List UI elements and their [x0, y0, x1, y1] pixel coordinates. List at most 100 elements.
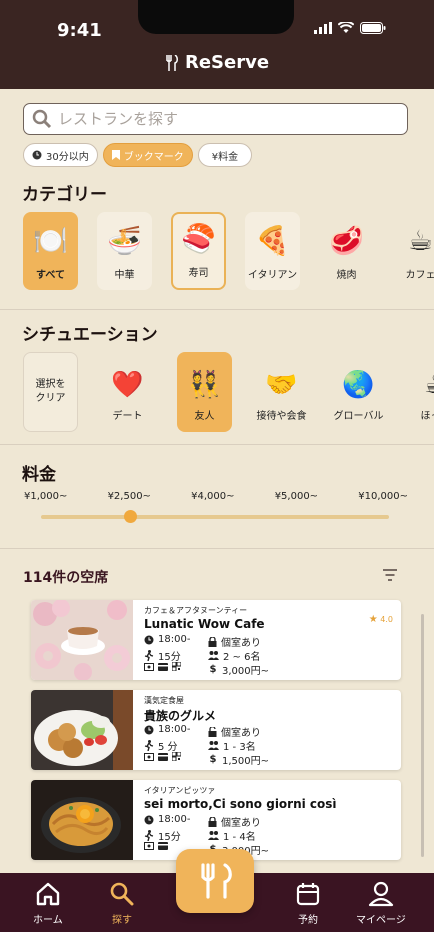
- private-room-text: 個室あり: [221, 818, 261, 829]
- category-label: 中華: [114, 270, 135, 281]
- heart-icon: ❤️: [111, 370, 144, 400]
- restaurant-photo: [31, 690, 133, 770]
- category-yakiniku[interactable]: 🥩 焼肉: [319, 212, 374, 290]
- category-sushi[interactable]: 🍣 寿司: [171, 212, 226, 290]
- section-divider: [0, 444, 434, 445]
- qr-code-icon: [172, 662, 181, 671]
- category-label: すべて: [36, 270, 65, 281]
- sort-filter-icon[interactable]: [382, 569, 398, 581]
- price-tick: ¥2,500~: [107, 491, 151, 502]
- situation-label: 友人: [194, 411, 215, 422]
- scrollbar[interactable]: [421, 614, 424, 857]
- payment-methods: [144, 662, 181, 671]
- meat-icon: 🥩: [329, 224, 364, 257]
- restaurant-photo: [31, 600, 133, 680]
- restaurant-genre: イタリアンピッツァ: [144, 786, 216, 795]
- budget-text: 1,500円~: [222, 756, 270, 767]
- lock-icon: [208, 636, 217, 647]
- restaurant-name: sei morto,Ci sono giorni così: [144, 797, 337, 811]
- walk-time-text: 15分: [158, 832, 181, 843]
- search-icon: [32, 109, 52, 129]
- bookmark-icon: [111, 150, 120, 160]
- search-bar[interactable]: [23, 103, 408, 135]
- category-label: カフェ: [405, 270, 434, 281]
- star-icon: ★: [368, 614, 378, 625]
- wifi-icon: [338, 22, 354, 33]
- category-label: イタリアン: [247, 270, 298, 281]
- nav-home[interactable]: ホーム: [33, 881, 63, 926]
- walk-time: 5 分: [144, 738, 178, 753]
- cash-icon: [144, 752, 154, 761]
- calendar-icon: [296, 883, 320, 906]
- budget: $1,500円~: [208, 752, 270, 767]
- open-time-text: 18:00-: [158, 814, 191, 825]
- budget-text: 3,000円~: [222, 666, 270, 677]
- nav-mypage[interactable]: マイページ: [356, 881, 406, 926]
- nav-label: ホーム: [33, 915, 63, 926]
- situation-global[interactable]: 🌏 グローバル: [331, 352, 386, 432]
- category-chinese[interactable]: 🍜 中華: [97, 212, 152, 290]
- home-icon: [36, 882, 60, 906]
- camera-notch: [138, 0, 294, 34]
- pizza-icon: 🍕: [255, 224, 290, 257]
- situation-friends[interactable]: 👯 友人: [177, 352, 232, 432]
- search-input[interactable]: [56, 109, 380, 129]
- party-size: 1 - 4名: [208, 828, 256, 843]
- filter-chip-label: ¥料金: [211, 151, 239, 163]
- restaurant-card[interactable]: カフェ＆アフタヌーンティー Lunatic Wow Cafe ★ 4.0 18:…: [31, 600, 401, 680]
- signal-icon: [314, 22, 332, 34]
- category-all[interactable]: 🍽️ すべて: [23, 212, 78, 290]
- party-size-text: 1 - 3名: [223, 742, 256, 753]
- open-time-text: 18:00-: [158, 634, 191, 645]
- noodle-bowl-icon: 🍜: [107, 224, 142, 257]
- situations-title: シチュエーション: [22, 325, 158, 345]
- price-slider-handle[interactable]: [124, 510, 137, 523]
- open-time: 18:00-: [144, 634, 190, 645]
- restaurant-name: 貴族のグルメ: [144, 709, 217, 723]
- restaurant-card[interactable]: 漢気定食屋 貴族のグルメ 18:00- 5 分 個室あり 1 - 3名 $1,5…: [31, 690, 401, 770]
- filter-chip-bookmark[interactable]: ブックマーク: [102, 143, 193, 167]
- dollar-icon: $: [209, 754, 217, 765]
- private-room-text: 個室あり: [221, 728, 261, 739]
- restaurant-card[interactable]: イタリアンピッツァ sei morto,Ci sono giorni così …: [31, 780, 401, 860]
- situation-date[interactable]: ❤️ デート: [100, 352, 155, 432]
- price-slider-track[interactable]: [41, 515, 389, 519]
- nav-search[interactable]: 探す: [109, 881, 135, 926]
- card-icon: [158, 752, 168, 761]
- walking-icon: [144, 830, 154, 841]
- handshake-icon: 🤝: [265, 370, 298, 400]
- situation-business[interactable]: 🤝 接待や会食: [254, 352, 309, 432]
- situation-list: 選択を クリア ❤️ デート 👯 友人 🤝 接待や会食 🌏 グローバル ☕ ほっと: [23, 352, 434, 432]
- app-header: 9:41 ReServe: [0, 0, 434, 89]
- private-room-text: 個室あり: [221, 638, 261, 649]
- situation-label: 接待や会食: [256, 411, 307, 422]
- price-tick: ¥4,000~: [191, 491, 235, 502]
- people-icon: [208, 651, 219, 660]
- walking-icon: [144, 650, 154, 661]
- open-time: 18:00-: [144, 724, 190, 735]
- qr-code-icon: [172, 752, 181, 761]
- nav-reservations[interactable]: 予約: [295, 881, 321, 926]
- party-size: 1 - 3名: [208, 738, 256, 753]
- private-room: 個室あり: [208, 814, 261, 829]
- filter-chips: 30分以内 ブックマーク ¥料金: [23, 143, 253, 167]
- situation-relax[interactable]: ☕ ほっと: [408, 352, 434, 432]
- category-label: 寿司: [188, 268, 209, 279]
- filter-chip-price[interactable]: ¥料金: [197, 143, 253, 167]
- category-cafe[interactable]: ☕ カフェ: [393, 212, 434, 290]
- lock-icon: [208, 816, 217, 827]
- payment-methods: [144, 842, 168, 850]
- phone-screen: 9:41 ReServe 30分以内 ブックマーク ¥料金 カテゴリー 🍽: [0, 0, 434, 932]
- section-divider: [0, 309, 434, 310]
- status-icons: [314, 22, 386, 34]
- clock-icon: [144, 635, 154, 644]
- clear-selection-button[interactable]: 選択を クリア: [23, 352, 78, 432]
- nav-label: 探す: [112, 915, 132, 926]
- app-brand: ReServe: [0, 52, 434, 73]
- category-italian[interactable]: 🍕 イタリアン: [245, 212, 300, 290]
- user-icon: [368, 881, 394, 907]
- restaurant-fab-button[interactable]: [176, 849, 254, 913]
- price-tick: ¥10,000~: [358, 491, 408, 502]
- party-size-text: 2 ~ 6名: [223, 652, 261, 663]
- filter-chip-time[interactable]: 30分以内: [23, 143, 98, 167]
